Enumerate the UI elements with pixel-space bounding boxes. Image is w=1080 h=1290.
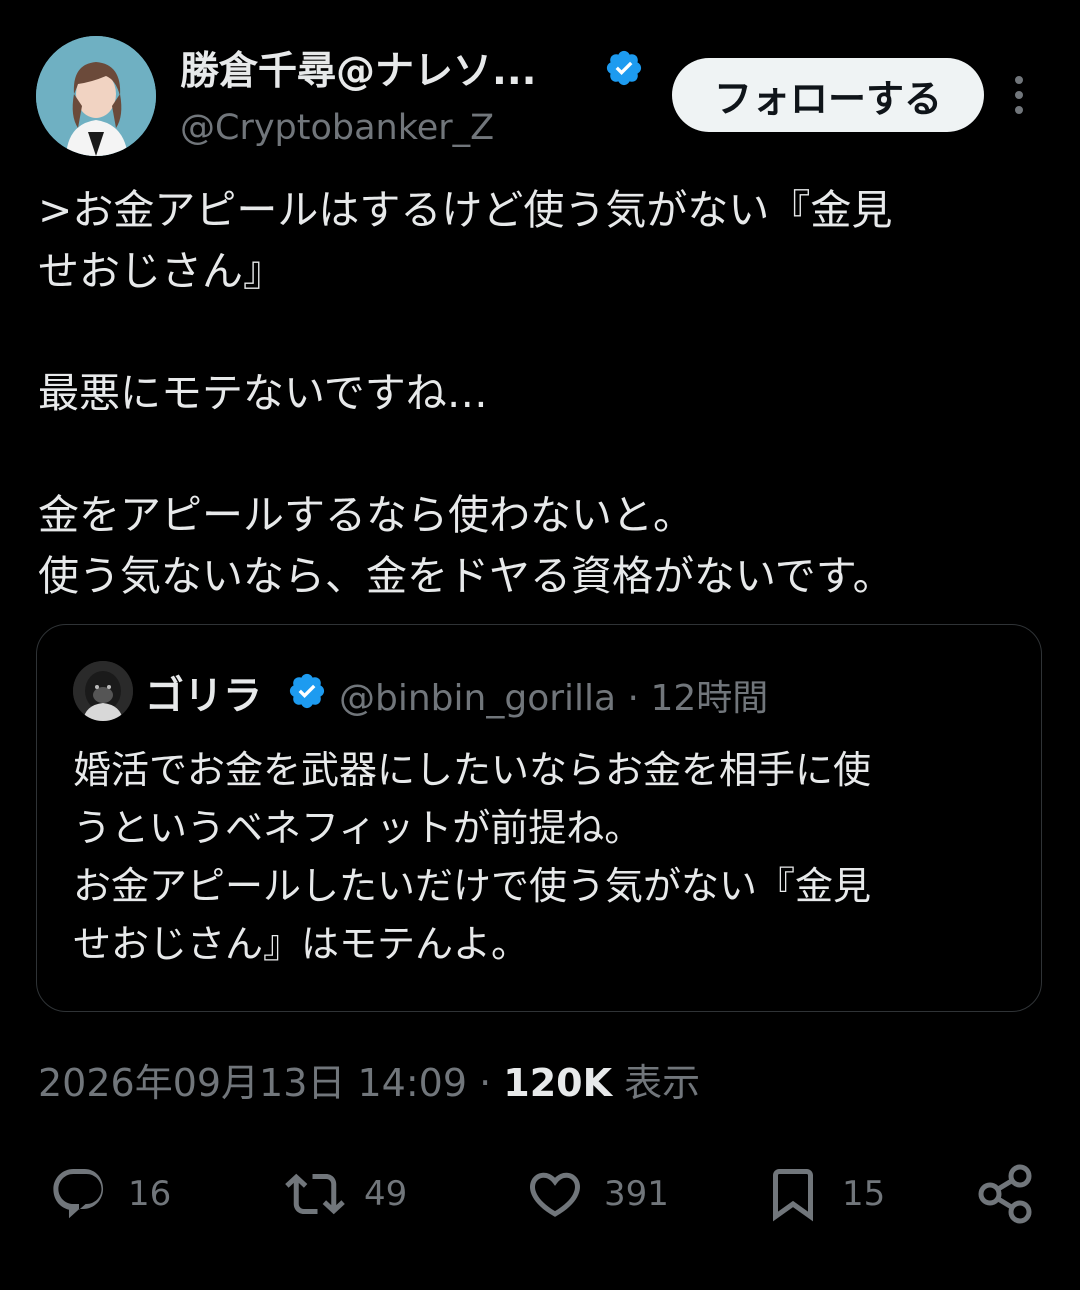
follow-button[interactable]: フォローする — [672, 58, 984, 132]
bookmark-button[interactable]: 15 — [758, 1158, 885, 1230]
author-handle[interactable]: @Cryptobanker_Z — [180, 108, 494, 148]
reply-button[interactable]: 16 — [44, 1158, 171, 1230]
more-dots-icon[interactable] — [1004, 70, 1034, 120]
repost-button[interactable]: 49 — [280, 1158, 407, 1230]
bookmark-icon — [773, 1169, 813, 1222]
tweet-text: >お金アピールはするけど使う気がない『金見 せおじさん』 最悪にモテないですね…… — [38, 186, 894, 600]
quote-verified-badge-icon — [289, 673, 325, 709]
tweet-meta: 2026年09月13日 14:09 · 120K 表示 — [38, 1052, 700, 1107]
quote-text: 婚活でお金を武器にしたいならお金を相手に使 うというベネフィットが前提ね。 お金… — [73, 748, 872, 966]
quote-time[interactable]: 12時間 — [650, 678, 768, 719]
quote-separator: · — [627, 678, 639, 719]
views-count[interactable]: 120K — [503, 1061, 612, 1105]
quote-author-name[interactable]: ゴリラ — [145, 665, 262, 721]
like-count: 391 — [604, 1174, 669, 1214]
like-button[interactable]: 391 — [520, 1158, 669, 1230]
quoted-tweet[interactable]: ゴリラ @binbin_gorilla · 12時間 婚活でお金を武器にしたいな… — [36, 624, 1042, 1012]
quote-author-handle[interactable]: @binbin_gorilla — [339, 678, 616, 719]
heart-icon — [529, 1172, 581, 1217]
bookmark-count: 15 — [842, 1174, 886, 1214]
quote-meta: @binbin_gorilla · 12時間 — [339, 669, 768, 721]
repost-count: 49 — [364, 1174, 408, 1214]
reply-icon — [53, 1169, 104, 1219]
author-display-name[interactable]: 勝倉千尋@ナレソ... — [180, 40, 536, 96]
repost-icon — [285, 1173, 345, 1215]
views-label: 表示 — [624, 1061, 701, 1105]
meta-dot: · — [479, 1061, 492, 1105]
quote-author-avatar[interactable] — [73, 661, 133, 721]
share-button[interactable] — [970, 1158, 1040, 1230]
author-avatar[interactable] — [36, 36, 156, 156]
timestamp[interactable]: 2026年09月13日 14:09 — [38, 1061, 467, 1105]
verified-badge-icon — [606, 50, 642, 86]
share-icon — [978, 1164, 1032, 1224]
reply-count: 16 — [128, 1174, 172, 1214]
